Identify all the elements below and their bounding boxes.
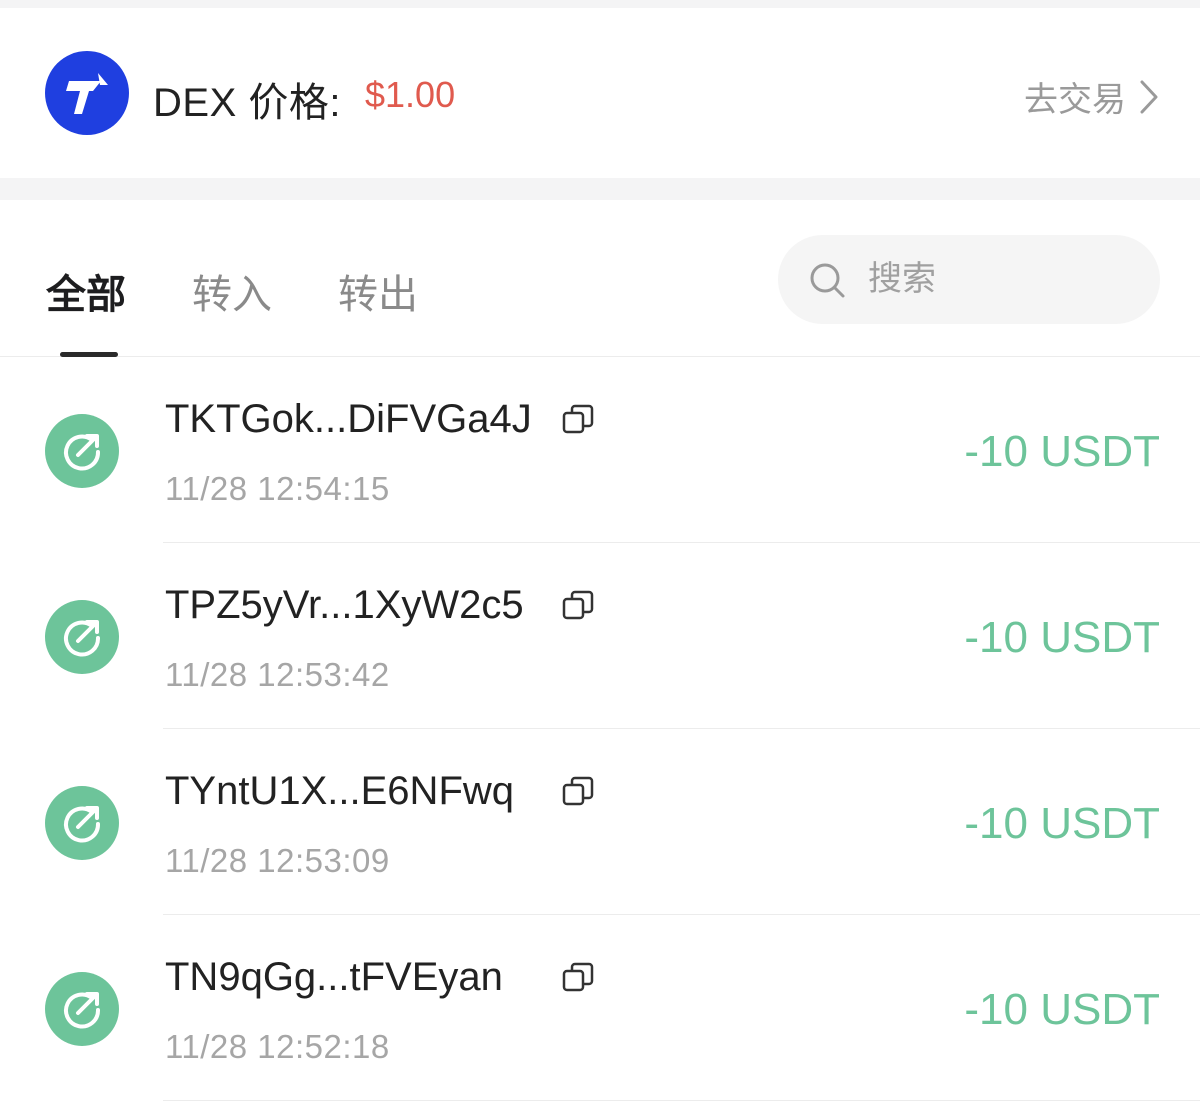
go-trade-label: 去交易: [1024, 81, 1126, 119]
transaction-address: TKTGok...DiFVGa4J: [165, 397, 532, 441]
transaction-row[interactable]: TPZ5yVr...1XyW2c5 11/28 12:53:42 -10 USD…: [0, 543, 1200, 729]
top-strip: [0, 0, 1200, 8]
tab-incoming[interactable]: 转入: [192, 262, 272, 320]
send-arrow-icon: [45, 786, 119, 860]
search-input[interactable]: [868, 260, 1108, 299]
transaction-address: TYntU1X...E6NFwq: [165, 769, 515, 813]
tab-outgoing[interactable]: 转出: [338, 262, 418, 320]
dex-price-label: DEX 价格:: [153, 81, 341, 125]
tab-all[interactable]: 全部: [46, 262, 126, 320]
section-divider: [0, 178, 1200, 200]
transaction-time: 11/28 12:54:15: [165, 470, 390, 507]
transaction-time: 11/28 12:53:42: [165, 656, 390, 693]
send-arrow-icon: [45, 414, 119, 488]
send-arrow-icon: [45, 600, 119, 674]
transaction-time: 11/28 12:53:09: [165, 842, 390, 879]
transaction-amount: -10 USDT: [964, 799, 1160, 848]
copy-icon[interactable]: [560, 588, 596, 624]
transaction-amount: -10 USDT: [964, 427, 1160, 476]
row-divider: [163, 1100, 1200, 1101]
transaction-row[interactable]: TYntU1X...E6NFwq 11/28 12:53:09 -10 USDT: [0, 729, 1200, 915]
dex-price-value: $1.00: [365, 74, 456, 115]
transaction-list: TKTGok...DiFVGa4J 11/28 12:54:15 -10 USD…: [0, 357, 1200, 1101]
go-trade-link[interactable]: 去交易: [1024, 72, 1160, 121]
copy-icon[interactable]: [560, 774, 596, 810]
filter-tabs: 全部 转入 转出: [0, 200, 1200, 357]
copy-icon[interactable]: [560, 960, 596, 996]
search-box[interactable]: [778, 235, 1160, 324]
send-arrow-icon: [45, 972, 119, 1046]
transaction-amount: -10 USDT: [964, 985, 1160, 1034]
search-icon: [810, 263, 845, 297]
transaction-address: TPZ5yVr...1XyW2c5: [165, 583, 524, 627]
copy-icon[interactable]: [560, 402, 596, 438]
transaction-row[interactable]: TKTGok...DiFVGa4J 11/28 12:54:15 -10 USD…: [0, 357, 1200, 543]
chevron-right-icon: [1140, 80, 1158, 113]
tronlink-logo-icon: [45, 51, 129, 135]
transaction-address: TN9qGg...tFVEyan: [165, 955, 503, 999]
dex-price-card: DEX 价格: $1.00 去交易: [0, 8, 1200, 178]
transaction-row[interactable]: TN9qGg...tFVEyan 11/28 12:52:18 -10 USDT: [0, 915, 1200, 1101]
transaction-time: 11/28 12:52:18: [165, 1028, 390, 1065]
transaction-amount: -10 USDT: [964, 613, 1160, 662]
